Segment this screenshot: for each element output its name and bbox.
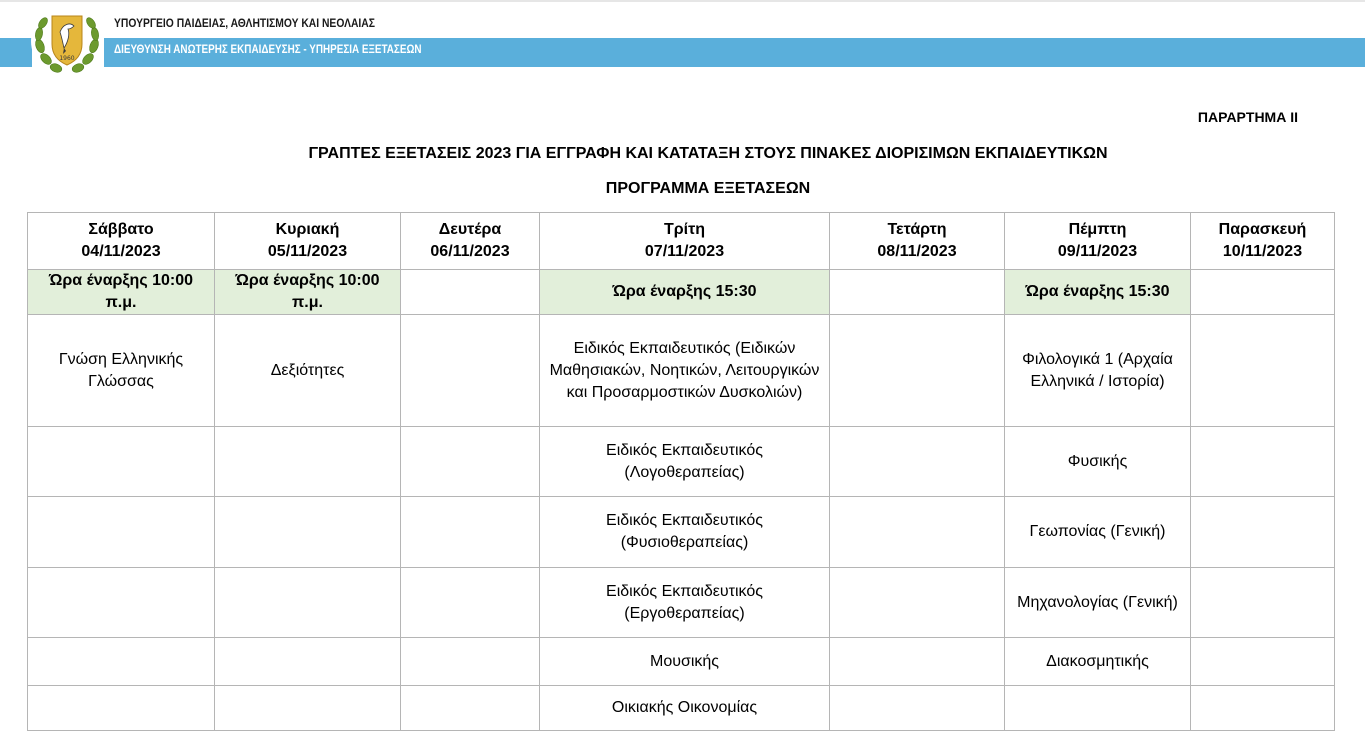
exam-subject-cell: Φιλολογικά 1 (Αρχαία Ελληνικά / Ιστορία) [1004,314,1191,427]
day-date: 05/11/2023 [267,243,348,260]
exam-subject-cell: Δεξιότητες [214,314,401,427]
day-name: Πέμπτη [1068,221,1127,238]
exam-subject-cell: Ειδικός Εκπαιδευτικός (Ειδικών Μαθησιακώ… [539,314,830,427]
exam-subject-cell [400,685,540,731]
exam-subject-cell [400,496,540,568]
exam-subject-cell [1190,567,1335,638]
exam-subject-cell [1190,685,1335,731]
exam-subject-cell: Οικιακής Οικονομίας [539,685,830,731]
start-time-cell: Ώρα έναρξης 10:00 π.μ. [214,269,401,315]
exam-subject-cell: Γεωπονίας (Γενική) [1004,496,1191,568]
document-subtitle: ΠΡΟΓΡΑΜΜΑ ΕΞΕΤΑΣΕΩΝ [605,180,811,197]
exam-subject-cell [1190,426,1335,497]
exam-subject-cell: Φυσικής [1004,426,1191,497]
day-name: Τετάρτη [887,221,947,238]
day-date: 07/11/2023 [644,243,725,260]
day-date: 10/11/2023 [1222,243,1303,260]
exam-subject-cell: Διακοσμητικής [1004,637,1191,686]
day-header: Πέμπτη 09/11/2023 [1004,212,1191,270]
exam-subject-cell: Γνώση Ελληνικής Γλώσσας [27,314,215,427]
day-header: Παρασκευή 10/11/2023 [1190,212,1335,270]
day-header: Κυριακή 05/11/2023 [214,212,401,270]
start-time-cell [1190,269,1335,315]
document-page: 1960 ΥΠΟΥΡΓΕΙΟ ΠΑΙΔΕΙΑΣ, ΑΘΛΗΤΙΣΜΟΥ ΚΑΙ … [0,0,1365,747]
exam-subject-cell [400,314,540,427]
exam-subject-cell [1190,314,1335,427]
day-date: 04/11/2023 [81,243,161,260]
day-date: 08/11/2023 [877,243,957,260]
exam-subject-cell [27,567,215,638]
exam-subject-cell [829,426,1005,497]
exam-subject-cell [1190,637,1335,686]
exam-subject-cell [214,496,401,568]
exam-subject-cell [829,567,1005,638]
day-header: Δευτέρα 06/11/2023 [400,212,540,270]
exam-subject-cell [214,685,401,731]
start-time-cell: Ώρα έναρξης 10:00 π.μ. [27,269,215,315]
day-name: Παρασκευή [1218,221,1307,238]
table-row: Μουσικής Διακοσμητικής [27,637,1335,686]
start-time-row: Ώρα έναρξης 10:00 π.μ. Ώρα έναρξης 10:00… [27,269,1335,315]
day-date: 09/11/2023 [1057,243,1138,260]
department-name: ΔΙΕΥΘΥΝΣΗ ΑΝΩΤΕΡΗΣ ΕΚΠΑΙΔΕΥΣΗΣ - ΥΠΗΡΕΣΙ… [114,44,422,56]
document-title: ΓΡΑΠΤΕΣ ΕΞΕΤΑΣΕΙΣ 2023 ΓΙΑ ΕΓΓΡΑΦΗ ΚΑΙ Κ… [308,145,1108,162]
exam-subject-cell [829,637,1005,686]
exam-subject-cell: Ειδικός Εκπαιδευτικός (Φυσιοθεραπείας) [539,496,830,568]
exam-subject-cell [829,685,1005,731]
exam-subject-cell: Μουσικής [539,637,830,686]
exam-subject-cell [400,426,540,497]
exam-subject-cell [829,496,1005,568]
table-row: Ειδικός Εκπαιδευτικός (Εργοθεραπείας) Μη… [27,567,1335,638]
day-name: Τρίτη [663,221,706,238]
svg-text:1960: 1960 [59,55,74,62]
day-header: Σάββατο 04/11/2023 [27,212,215,270]
exam-subject-cell: Ειδικός Εκπαιδευτικός (Λογοθεραπείας) [539,426,830,497]
exam-subject-cell [214,426,401,497]
exam-subject-cell: Ειδικός Εκπαιδευτικός (Εργοθεραπείας) [539,567,830,638]
exam-subject-cell [214,567,401,638]
top-divider [0,0,1365,2]
exam-subject-cell [400,637,540,686]
exam-subject-cell [1004,685,1191,731]
ministry-name: ΥΠΟΥΡΓΕΙΟ ΠΑΙΔΕΙΑΣ, ΑΘΛΗΤΙΣΜΟΥ ΚΑΙ ΝΕΟΛΑ… [114,16,375,30]
table-row: Γνώση Ελληνικής Γλώσσας Δεξιότητες Ειδικ… [27,314,1335,427]
start-time-cell: Ώρα έναρξης 15:30 [1004,269,1191,315]
exam-subject-cell [400,567,540,638]
exam-subject-cell [829,314,1005,427]
exam-subject-cell [27,685,215,731]
cyprus-coat-of-arms-icon: 1960 [31,5,103,77]
day-header: Τετάρτη 08/11/2023 [829,212,1005,270]
header-band-left [0,38,32,67]
exam-subject-cell [27,637,215,686]
start-time-cell: Ώρα έναρξης 15:30 [539,269,830,315]
exam-subject-cell [27,426,215,497]
exam-subject-cell [1190,496,1335,568]
day-header-row: Σάββατο 04/11/2023 Κυριακή 05/11/2023 Δευτ… [27,212,1335,270]
annex-label: ΠΑΡΑΡΤΗΜΑ ΙΙ [1197,109,1298,125]
day-date: 06/11/2023 [430,243,510,260]
day-header: Τρίτη 07/11/2023 [539,212,830,270]
exam-schedule-table: Σάββατο 04/11/2023 Κυριακή 05/11/2023 Δευτ… [27,212,1335,731]
start-time-cell [829,269,1005,315]
table-row: Ειδικός Εκπαιδευτικός (Λογοθεραπείας) Φυ… [27,426,1335,497]
day-name: Κυριακή [275,221,340,238]
day-name: Δευτέρα [438,221,502,238]
table-row: Ειδικός Εκπαιδευτικός (Φυσιοθεραπείας) Γ… [27,496,1335,568]
exam-subject-cell [214,637,401,686]
table-row: Οικιακής Οικονομίας [27,685,1335,731]
exam-subject-cell [27,496,215,568]
day-name: Σάββατο [88,221,154,238]
start-time-cell [400,269,540,315]
exam-subject-cell: Μηχανολογίας (Γενική) [1004,567,1191,638]
